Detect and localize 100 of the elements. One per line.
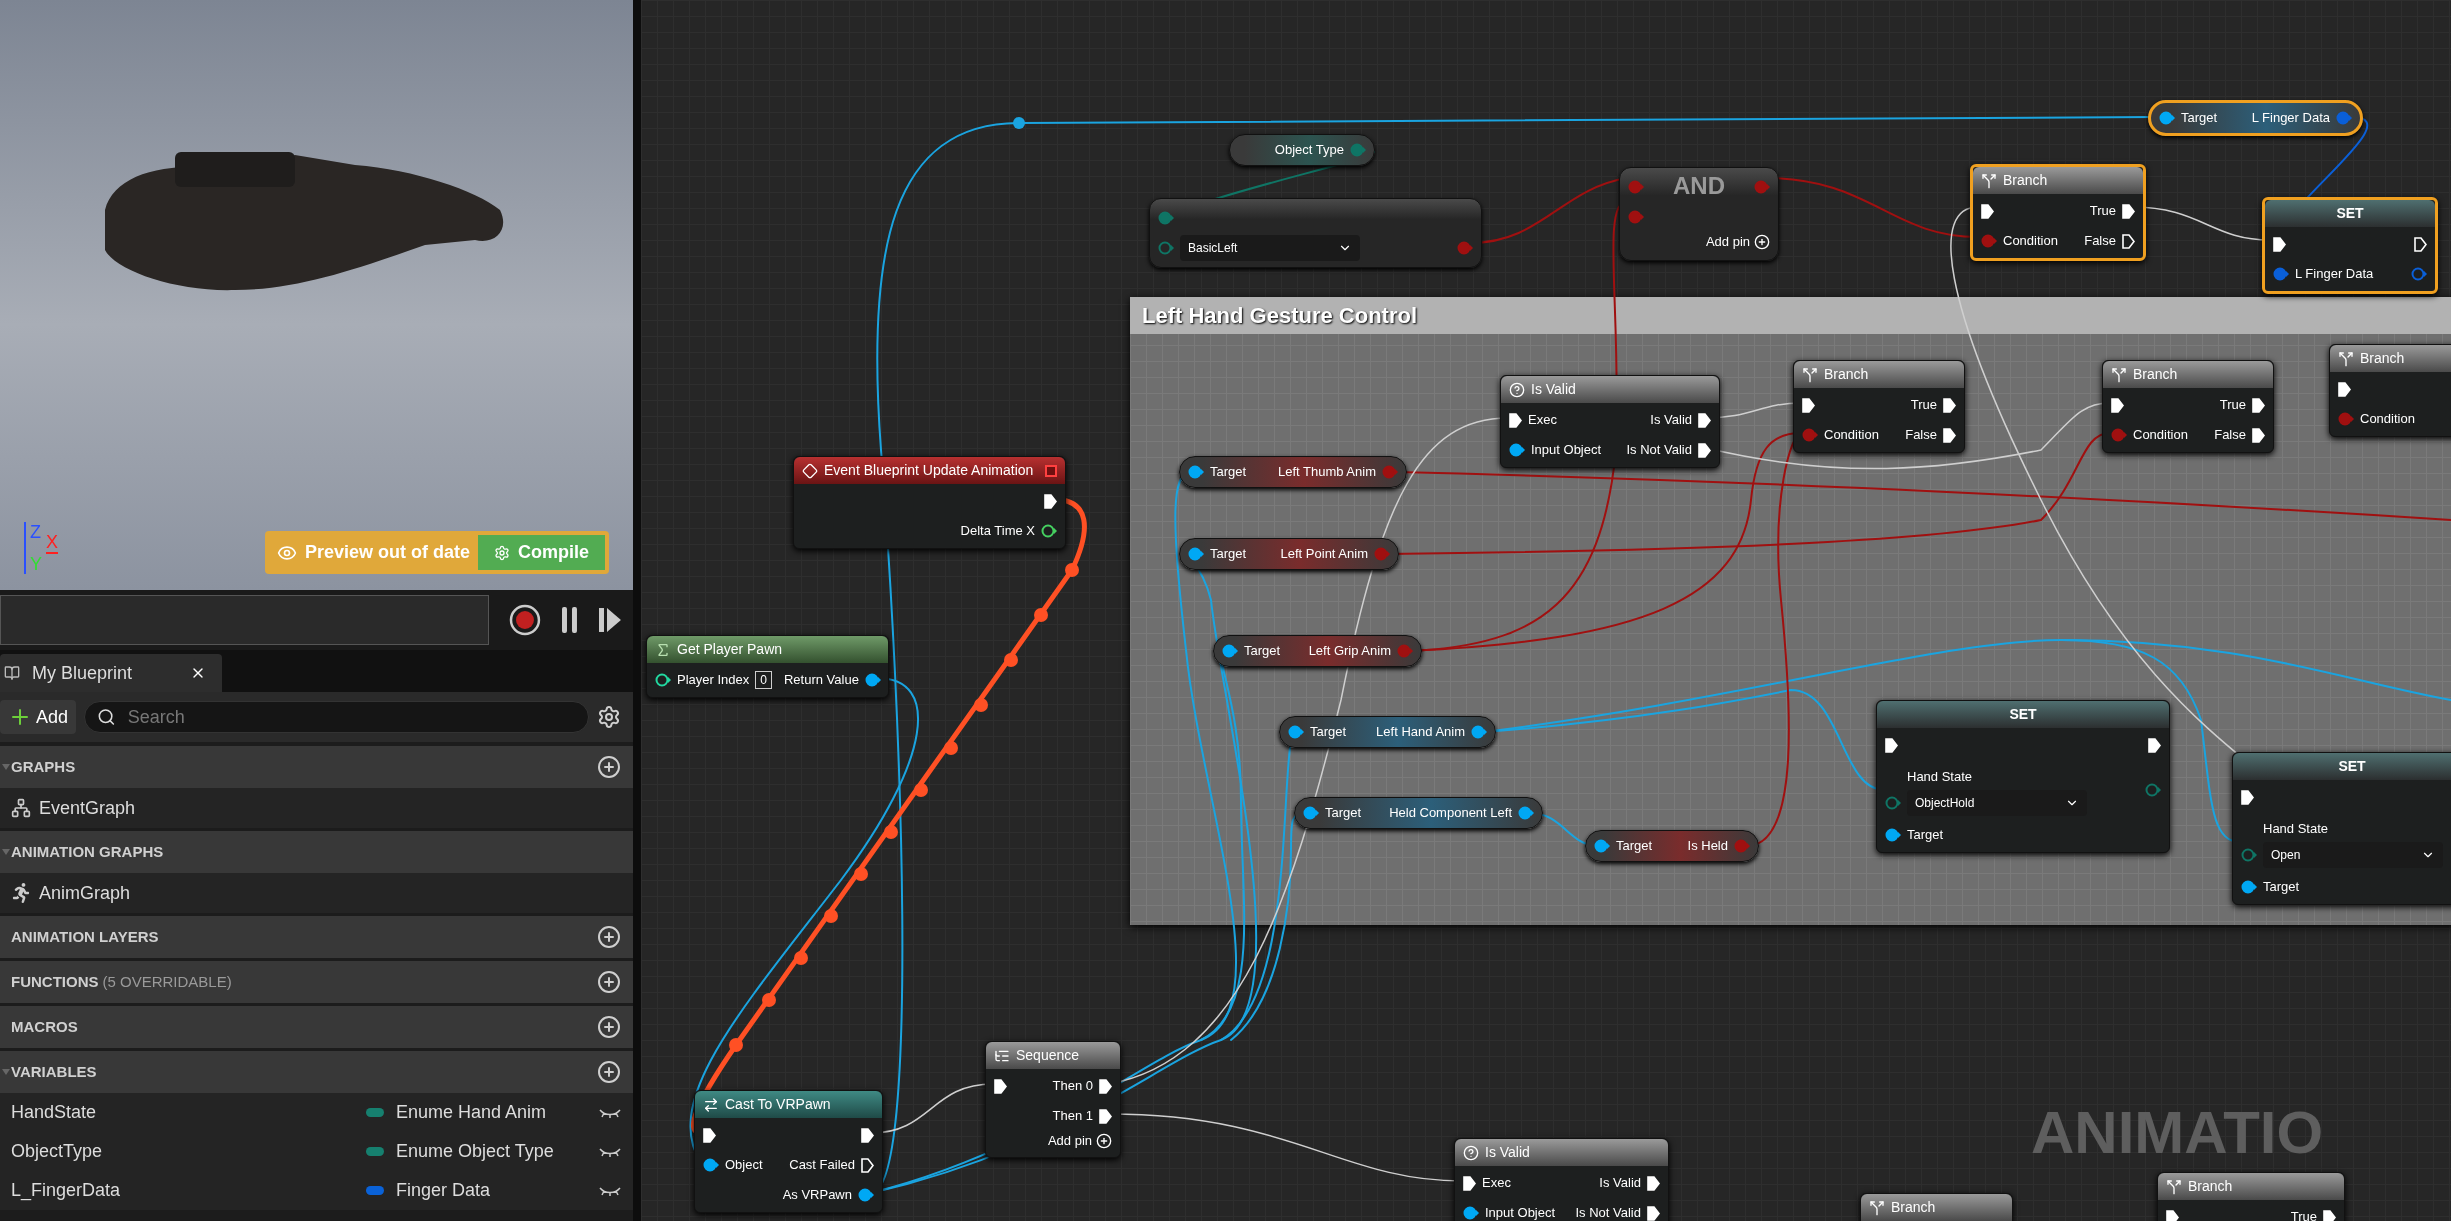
exec-pin-icon[interactable] bbox=[703, 1127, 716, 1143]
data-pin-icon[interactable] bbox=[1594, 839, 1610, 853]
blueprint-node[interactable]: Branch True Condition False bbox=[1793, 360, 1965, 453]
exec-pin-icon[interactable] bbox=[994, 1078, 1007, 1094]
enum-dropdown[interactable]: BasicLeft bbox=[1180, 235, 1360, 261]
data-pin-icon[interactable] bbox=[1041, 524, 1057, 538]
exec-pin-icon[interactable] bbox=[2122, 233, 2135, 249]
add-button[interactable]: Add bbox=[0, 700, 77, 734]
exec-pin-icon[interactable] bbox=[2414, 236, 2427, 252]
closed-eye-icon[interactable] bbox=[599, 1146, 621, 1157]
add-pin-button[interactable]: Add pin bbox=[1705, 232, 1770, 252]
data-pin-icon[interactable] bbox=[1471, 725, 1487, 739]
data-pin-icon[interactable] bbox=[1188, 547, 1204, 561]
exec-pin-icon[interactable] bbox=[2122, 203, 2135, 219]
pause-icon[interactable] bbox=[561, 606, 580, 634]
graph-canvas[interactable] bbox=[641, 0, 2451, 1221]
exec-pin-icon[interactable] bbox=[1509, 412, 1522, 428]
blueprint-node[interactable]: BasicLeft bbox=[1149, 198, 1482, 268]
add-circle-icon[interactable] bbox=[597, 1015, 621, 1039]
number-input-field[interactable]: 0 bbox=[755, 671, 772, 689]
add-circle-icon[interactable] bbox=[597, 1060, 621, 1084]
exec-pin-icon[interactable] bbox=[2273, 236, 2286, 252]
section-header[interactable]: ANIMATION LAYERS bbox=[0, 916, 633, 958]
exec-pin-icon[interactable] bbox=[1099, 1078, 1112, 1094]
exec-pin-icon[interactable] bbox=[1647, 1205, 1660, 1221]
data-pin-icon[interactable] bbox=[864, 673, 881, 687]
data-pin-icon[interactable] bbox=[1188, 465, 1204, 479]
add-circle-icon[interactable] bbox=[597, 755, 621, 779]
variable-node[interactable]: Target Held Component Left bbox=[1294, 797, 1543, 829]
data-pin-icon[interactable] bbox=[703, 1158, 719, 1172]
exec-pin-icon[interactable] bbox=[1647, 1175, 1660, 1191]
blueprint-node[interactable]: Is Valid Exec Is Valid Input Object Is Not Valid bbox=[1454, 1138, 1669, 1221]
data-pin-icon[interactable] bbox=[1303, 806, 1319, 820]
blueprint-node[interactable]: Branch True Condition False bbox=[2102, 360, 2274, 453]
step-forward-icon[interactable] bbox=[599, 607, 621, 633]
exec-pin-icon[interactable] bbox=[2166, 1209, 2179, 1221]
variable-node[interactable]: Target L Finger Data bbox=[2148, 100, 2363, 136]
graph-item[interactable]: EventGraph bbox=[0, 788, 633, 828]
data-pin-icon[interactable] bbox=[1885, 828, 1901, 842]
data-pin-icon[interactable] bbox=[2241, 880, 2257, 894]
data-pin-icon[interactable] bbox=[1222, 644, 1238, 658]
variable-item[interactable]: HandState Enume Hand Anim bbox=[0, 1093, 633, 1132]
timeline-field[interactable] bbox=[0, 595, 490, 645]
add-circle-icon[interactable] bbox=[597, 970, 621, 994]
exec-pin-icon[interactable] bbox=[1981, 203, 1994, 219]
data-pin-icon[interactable] bbox=[2159, 111, 2175, 125]
data-pin-icon[interactable] bbox=[858, 1188, 874, 1202]
exec-pin-icon[interactable] bbox=[1463, 1175, 1476, 1191]
variable-item[interactable]: ObjectType Enume Object Type bbox=[0, 1132, 633, 1171]
exec-pin-icon[interactable] bbox=[2323, 1209, 2336, 1221]
exec-pin-icon[interactable] bbox=[1943, 397, 1956, 413]
settings-icon[interactable] bbox=[597, 705, 621, 729]
blueprint-node[interactable]: Branch bbox=[1860, 1193, 2013, 1221]
delegate-pin-icon[interactable] bbox=[1045, 464, 1057, 477]
variable-node[interactable]: Target Left Grip Anim bbox=[1213, 635, 1422, 667]
record-icon[interactable] bbox=[509, 604, 542, 636]
exec-pin-icon[interactable] bbox=[2252, 427, 2265, 443]
closed-eye-icon[interactable] bbox=[599, 1185, 621, 1196]
data-pin-icon[interactable] bbox=[1509, 443, 1525, 457]
section-header[interactable]: ANIMATION GRAPHS bbox=[0, 831, 633, 873]
section-header[interactable]: VARIABLES bbox=[0, 1051, 633, 1093]
variable-node[interactable]: Target Is Held bbox=[1585, 830, 1759, 862]
exec-pin-icon[interactable] bbox=[2241, 789, 2254, 805]
blueprint-node[interactable]: SET Hand State ObjectHold Target bbox=[1876, 700, 2170, 853]
variable-node[interactable]: Target Left Point Anim bbox=[1179, 538, 1399, 570]
add-pin-button[interactable]: Add pin bbox=[1047, 1131, 1112, 1151]
variable-node[interactable]: Target Left Thumb Anim bbox=[1179, 456, 1407, 488]
blueprint-node[interactable]: Cast To VRPawn Object Cast Failed As VRPawn bbox=[694, 1090, 883, 1213]
blueprint-node[interactable]: AND Add pin bbox=[1619, 167, 1779, 261]
exec-pin-icon[interactable] bbox=[1044, 493, 1057, 509]
panel-tab[interactable]: My Blueprint bbox=[0, 654, 222, 692]
exec-pin-icon[interactable] bbox=[2338, 381, 2351, 397]
data-pin-icon[interactable] bbox=[655, 673, 671, 687]
section-header[interactable]: MACROS bbox=[0, 1006, 633, 1048]
exec-pin-icon[interactable] bbox=[861, 1157, 874, 1173]
exec-pin-icon[interactable] bbox=[1099, 1108, 1112, 1124]
blueprint-node[interactable]: Branch Condition bbox=[2329, 344, 2451, 437]
exec-pin-icon[interactable] bbox=[1698, 442, 1711, 458]
variable-item[interactable]: L_FingerData Finger Data bbox=[0, 1171, 633, 1210]
exec-pin-icon[interactable] bbox=[1885, 737, 1898, 753]
blueprint-node[interactable]: SET L Finger Data bbox=[2262, 197, 2438, 294]
section-header[interactable]: GRAPHS bbox=[0, 746, 633, 788]
blueprint-node[interactable]: Get Player Pawn Player Index 0 Return Value bbox=[646, 635, 889, 698]
blueprint-node[interactable]: Is Valid Exec Is Valid Input Object Is Not Valid bbox=[1500, 375, 1720, 468]
exec-pin-icon[interactable] bbox=[2148, 737, 2161, 753]
data-pin-icon[interactable] bbox=[1288, 725, 1304, 739]
blueprint-node[interactable]: Branch True bbox=[2157, 1172, 2345, 1221]
variable-node[interactable]: Target Left Hand Anim bbox=[1279, 716, 1496, 748]
exec-pin-icon[interactable] bbox=[2252, 397, 2265, 413]
blueprint-node[interactable]: SET Hand State Open Target bbox=[2232, 752, 2451, 905]
exec-pin-icon[interactable] bbox=[861, 1127, 874, 1143]
add-circle-icon[interactable] bbox=[597, 925, 621, 949]
section-header[interactable]: FUNCTIONS (5 OVERRIDABLE) bbox=[0, 961, 633, 1003]
exec-pin-icon[interactable] bbox=[1943, 427, 1956, 443]
search-field[interactable]: Search bbox=[84, 701, 589, 733]
enum-dropdown[interactable]: Open bbox=[2263, 842, 2443, 868]
search-input[interactable]: Search bbox=[127, 703, 576, 731]
variable-node[interactable]: Object Type bbox=[1229, 134, 1375, 166]
blueprint-node[interactable]: Branch True Condition False bbox=[1970, 164, 2146, 261]
enum-dropdown[interactable]: ObjectHold bbox=[1907, 790, 2087, 816]
